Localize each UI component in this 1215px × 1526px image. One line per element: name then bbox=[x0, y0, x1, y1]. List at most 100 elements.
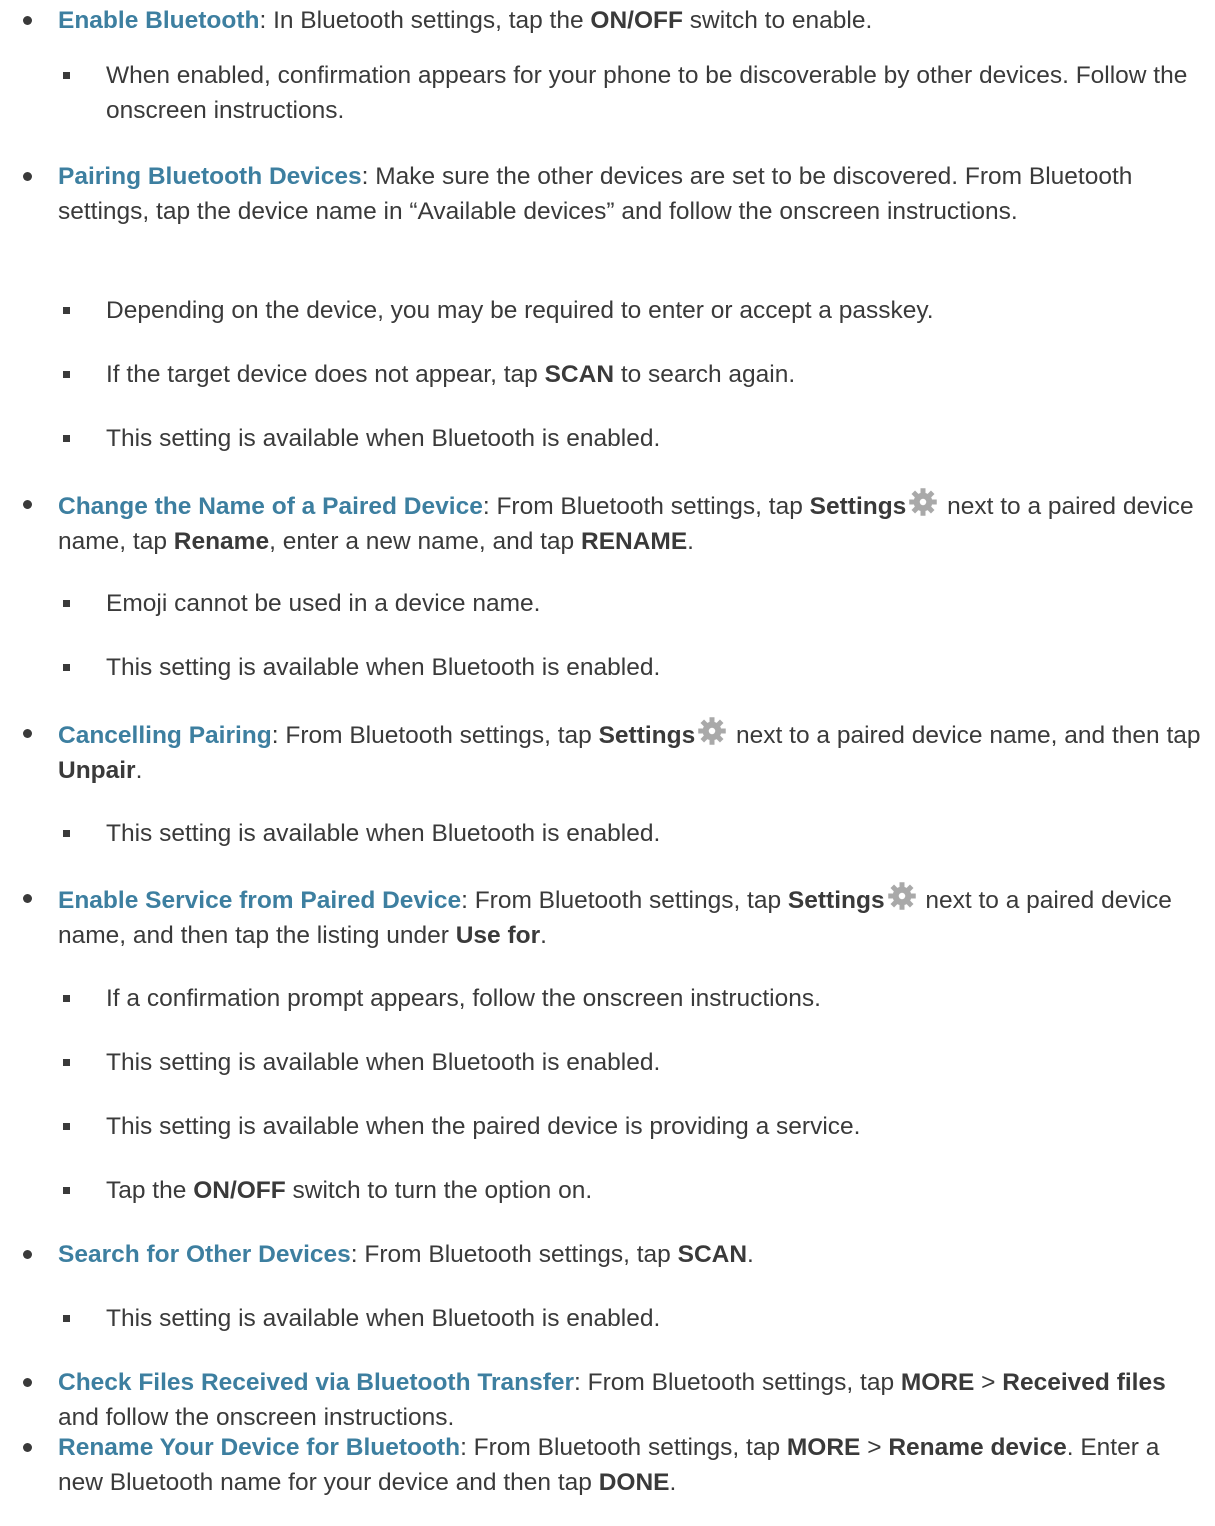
keyword: Received files bbox=[1002, 1369, 1166, 1396]
text-run: > bbox=[974, 1369, 1003, 1396]
item-text: If the target device does not appear, ta… bbox=[106, 357, 1201, 392]
item-text: Depending on the device, you may be requ… bbox=[106, 293, 1201, 328]
text-run: switch to turn the option on. bbox=[285, 1177, 593, 1204]
text-run: . bbox=[687, 528, 694, 555]
item-heading: Change the Name of a Paired Device bbox=[58, 493, 483, 520]
square-bullet-icon bbox=[63, 1059, 70, 1066]
text-run: . bbox=[135, 757, 143, 784]
keyword: Rename bbox=[173, 528, 270, 555]
item-heading: Check Files Received via Bluetooth Trans… bbox=[58, 1369, 575, 1396]
square-bullet-icon bbox=[63, 1187, 70, 1194]
bullet-icon bbox=[23, 729, 32, 738]
item-heading: Enable Bluetooth bbox=[58, 7, 260, 34]
keyword: RENAME bbox=[581, 528, 688, 555]
square-bullet-icon bbox=[63, 435, 70, 442]
item-heading: Enable Service from Paired Device bbox=[58, 887, 462, 914]
square-bullet-icon bbox=[63, 995, 70, 1002]
square-bullet-icon bbox=[63, 830, 70, 837]
text-run: > bbox=[860, 1434, 889, 1461]
item-text: If a confirmation prompt appears, follow… bbox=[106, 981, 1201, 1016]
text-run: When enabled, confirmation appears for y… bbox=[106, 62, 1188, 124]
text-run: This setting is available when the paire… bbox=[106, 1113, 861, 1140]
item-text: When enabled, confirmation appears for y… bbox=[106, 58, 1201, 128]
item-text: This setting is available when the paire… bbox=[106, 1109, 1201, 1144]
bullet-icon bbox=[23, 1250, 32, 1259]
text-run: . bbox=[747, 1241, 754, 1268]
item-text: Pairing Bluetooth Devices: Make sure the… bbox=[58, 159, 1201, 229]
square-bullet-icon bbox=[63, 664, 70, 671]
gear-icon bbox=[887, 882, 916, 910]
text-run: : From Bluetooth settings, tap bbox=[482, 493, 810, 520]
keyword: Unpair bbox=[58, 757, 136, 784]
keyword: ON/OFF bbox=[590, 7, 683, 34]
bullet-icon bbox=[23, 16, 32, 25]
square-bullet-icon bbox=[63, 1315, 70, 1322]
text-run: . bbox=[669, 1469, 677, 1496]
keyword: DONE bbox=[598, 1469, 670, 1496]
text-run: This setting is available when Bluetooth… bbox=[106, 1049, 661, 1076]
keyword: Settings bbox=[598, 722, 696, 749]
text-run: next to a paired device name, and then t… bbox=[729, 722, 1201, 749]
text-run: Tap the bbox=[106, 1177, 194, 1204]
text-run: : From Bluetooth settings, tap bbox=[460, 1434, 787, 1461]
text-run: : From Bluetooth settings, tap bbox=[350, 1241, 678, 1268]
keyword: MORE bbox=[786, 1434, 861, 1461]
text-run: This setting is available when Bluetooth… bbox=[106, 654, 661, 681]
item-text: This setting is available when Bluetooth… bbox=[106, 421, 1201, 456]
item-text: Search for Other Devices: From Bluetooth… bbox=[58, 1237, 1201, 1272]
item-text: Tap the ON/OFF switch to turn the option… bbox=[106, 1173, 1201, 1208]
square-bullet-icon bbox=[63, 600, 70, 607]
item-text: Enable Bluetooth: In Bluetooth settings,… bbox=[58, 3, 1201, 38]
item-heading: Cancelling Pairing bbox=[58, 722, 272, 749]
text-run: Depending on the device, you may be requ… bbox=[106, 297, 934, 324]
bullet-icon bbox=[23, 1443, 32, 1452]
item-text: Emoji cannot be used in a device name. bbox=[106, 586, 1201, 621]
item-text: Rename Your Device for Bluetooth: From B… bbox=[58, 1430, 1201, 1500]
text-run: switch to enable. bbox=[682, 7, 873, 34]
keyword: Settings bbox=[787, 887, 885, 914]
item-text: Change the Name of a Paired Device: From… bbox=[58, 487, 1201, 559]
square-bullet-icon bbox=[63, 307, 70, 314]
item-text: Check Files Received via Bluetooth Trans… bbox=[58, 1365, 1201, 1435]
item-text: This setting is available when Bluetooth… bbox=[106, 1301, 1201, 1336]
keyword: Settings bbox=[809, 493, 907, 520]
keyword: MORE bbox=[900, 1369, 975, 1396]
bullet-icon bbox=[23, 1378, 32, 1387]
keyword: ON/OFF bbox=[193, 1177, 286, 1204]
item-heading: Pairing Bluetooth Devices bbox=[58, 163, 362, 190]
item-text: This setting is available when Bluetooth… bbox=[106, 650, 1201, 685]
text-run: : From Bluetooth settings, tap bbox=[574, 1369, 901, 1396]
item-heading: Rename Your Device for Bluetooth bbox=[58, 1434, 461, 1461]
text-run: : From Bluetooth settings, tap bbox=[271, 722, 599, 749]
gear-icon bbox=[909, 488, 938, 516]
text-run: This setting is available when Bluetooth… bbox=[106, 1305, 661, 1332]
text-run: and follow the onscreen instructions. bbox=[58, 1404, 455, 1431]
keyword: Rename device bbox=[888, 1434, 1067, 1461]
item-heading: Search for Other Devices bbox=[58, 1241, 351, 1268]
bullet-icon bbox=[23, 894, 32, 903]
square-bullet-icon bbox=[63, 72, 70, 79]
text-run: . bbox=[540, 922, 547, 949]
text-run: This setting is available when Bluetooth… bbox=[106, 820, 661, 847]
keyword: Use for bbox=[455, 922, 541, 949]
item-text: This setting is available when Bluetooth… bbox=[106, 816, 1201, 851]
text-run: : In Bluetooth settings, tap the bbox=[259, 7, 591, 34]
bullet-icon bbox=[23, 500, 32, 509]
text-run: : From Bluetooth settings, tap bbox=[461, 887, 788, 914]
item-text: This setting is available when Bluetooth… bbox=[106, 1045, 1201, 1080]
text-run: , enter a new name, and tap bbox=[269, 528, 581, 555]
text-run: If the target device does not appear, ta… bbox=[106, 361, 545, 388]
document-page: Enable Bluetooth: In Bluetooth settings,… bbox=[0, 0, 1215, 1526]
text-run: This setting is available when Bluetooth… bbox=[106, 425, 661, 452]
text-run: Emoji cannot be used in a device name. bbox=[106, 590, 541, 617]
keyword: SCAN bbox=[677, 1241, 748, 1268]
text-run: to search again. bbox=[614, 361, 796, 388]
keyword: SCAN bbox=[544, 361, 615, 388]
square-bullet-icon bbox=[63, 371, 70, 378]
square-bullet-icon bbox=[63, 1123, 70, 1130]
item-text: Enable Service from Paired Device: From … bbox=[58, 881, 1201, 953]
text-run: If a confirmation prompt appears, follow… bbox=[106, 985, 821, 1012]
bullet-icon bbox=[23, 172, 32, 181]
item-text: Cancelling Pairing: From Bluetooth setti… bbox=[58, 716, 1201, 788]
gear-icon bbox=[698, 717, 726, 745]
